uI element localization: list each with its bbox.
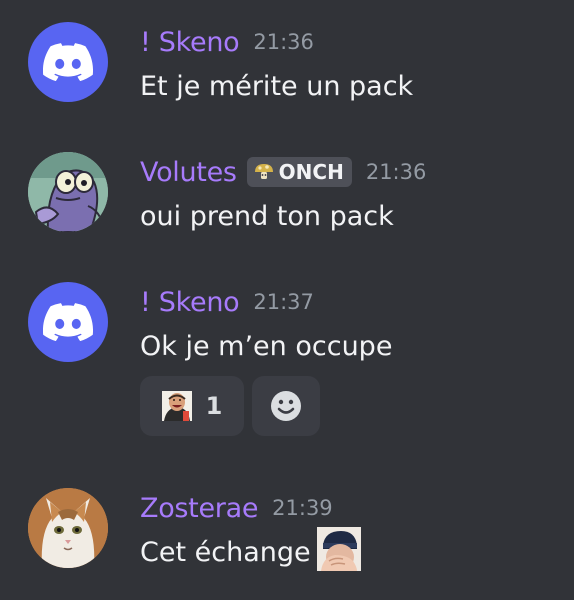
message-header: Zosterae 21:39 [140, 490, 333, 526]
username[interactable]: ! Skeno [140, 287, 240, 318]
mushroom-icon [254, 164, 273, 179]
avatar[interactable] [28, 22, 108, 102]
timestamp[interactable]: 21:37 [253, 290, 314, 314]
avatar[interactable] [28, 152, 108, 232]
kitten-avatar-icon [28, 488, 108, 568]
server-tag[interactable]: ONCH [246, 157, 352, 187]
avatar[interactable] [28, 488, 108, 568]
message-content: Ok je m’en occupe [140, 330, 393, 362]
message-content: Cet échange [140, 526, 361, 574]
reaction-button[interactable]: 1 [140, 376, 244, 436]
discord-logo-icon [43, 303, 93, 341]
message-content: oui prend ton pack [140, 200, 394, 232]
chat-message-list: ! Skeno 21:36 Et je mérite un pack Volut… [0, 0, 574, 600]
username[interactable]: ! Skeno [140, 27, 240, 58]
reaction-count: 1 [205, 392, 223, 420]
add-reaction-smiley-icon [271, 391, 301, 421]
cartoon-fish-avatar-icon [28, 152, 108, 232]
timestamp[interactable]: 21:36 [253, 30, 314, 54]
username[interactable]: Volutes [140, 157, 237, 188]
message-content: Et je mérite un pack [140, 70, 414, 102]
message-header: ! Skeno 21:36 [140, 24, 314, 60]
timestamp[interactable]: 21:36 [366, 160, 427, 184]
message-header: ! Skeno 21:37 [140, 284, 314, 320]
server-tag-label: ONCH [278, 160, 344, 184]
add-reaction-button[interactable] [252, 376, 320, 436]
username[interactable]: Zosterae [140, 493, 258, 524]
laughing-man-emoji-icon [161, 391, 192, 421]
message-header: Volutes ONCH 21:36 [140, 154, 426, 190]
reaction-bar: 1 [140, 376, 320, 436]
avatar[interactable] [28, 282, 108, 362]
timestamp[interactable]: 21:39 [272, 496, 333, 520]
facepalm-emoji-icon[interactable] [316, 526, 361, 578]
discord-logo-icon [43, 43, 93, 81]
message-text: Cet échange [140, 536, 311, 568]
